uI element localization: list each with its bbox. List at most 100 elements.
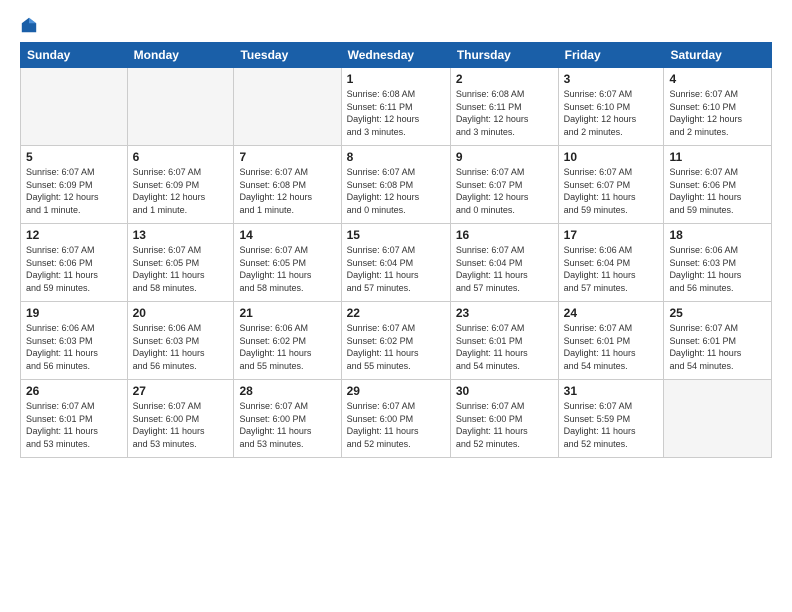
- day-number: 27: [133, 384, 229, 398]
- day-info: Sunrise: 6:06 AM Sunset: 6:03 PM Dayligh…: [669, 244, 766, 294]
- day-number: 5: [26, 150, 122, 164]
- day-info: Sunrise: 6:07 AM Sunset: 6:01 PM Dayligh…: [669, 322, 766, 372]
- day-number: 28: [239, 384, 335, 398]
- logo-icon: [20, 16, 38, 34]
- day-number: 31: [564, 384, 659, 398]
- day-number: 3: [564, 72, 659, 86]
- day-number: 15: [347, 228, 445, 242]
- day-info: Sunrise: 6:07 AM Sunset: 6:10 PM Dayligh…: [564, 88, 659, 138]
- calendar-cell: 28 Sunrise: 6:07 AM Sunset: 6:00 PM Dayli…: [234, 380, 341, 458]
- calendar-week-row: 26 Sunrise: 6:07 AM Sunset: 6:01 PM Dayli…: [21, 380, 772, 458]
- day-info: Sunrise: 6:06 AM Sunset: 6:04 PM Dayligh…: [564, 244, 659, 294]
- day-number: 19: [26, 306, 122, 320]
- calendar-cell: 25 Sunrise: 6:07 AM Sunset: 6:01 PM Dayli…: [664, 302, 772, 380]
- calendar-cell: 30 Sunrise: 6:07 AM Sunset: 6:00 PM Dayli…: [450, 380, 558, 458]
- day-number: 8: [347, 150, 445, 164]
- calendar-cell: 1Sunrise: 6:08 AM Sunset: 6:11 PM Daylig…: [341, 68, 450, 146]
- page: SundayMondayTuesdayWednesdayThursdayFrid…: [0, 0, 792, 612]
- day-info: Sunrise: 6:07 AM Sunset: 6:05 PM Dayligh…: [239, 244, 335, 294]
- day-info: Sunrise: 6:07 AM Sunset: 6:00 PM Dayligh…: [133, 400, 229, 450]
- calendar-cell: 16 Sunrise: 6:07 AM Sunset: 6:04 PM Dayli…: [450, 224, 558, 302]
- day-info: Sunrise: 6:07 AM Sunset: 6:04 PM Dayligh…: [347, 244, 445, 294]
- day-number: 4: [669, 72, 766, 86]
- calendar-cell: 31 Sunrise: 6:07 AM Sunset: 5:59 PM Dayli…: [558, 380, 664, 458]
- calendar-cell: [21, 68, 128, 146]
- calendar-cell: 7 Sunrise: 6:07 AM Sunset: 6:08 PM Daylig…: [234, 146, 341, 224]
- calendar-cell: 3 Sunrise: 6:07 AM Sunset: 6:10 PM Daylig…: [558, 68, 664, 146]
- day-number: 21: [239, 306, 335, 320]
- day-info: Sunrise: 6:07 AM Sunset: 6:06 PM Dayligh…: [669, 166, 766, 216]
- day-number: 24: [564, 306, 659, 320]
- day-info: Sunrise: 6:06 AM Sunset: 6:03 PM Dayligh…: [133, 322, 229, 372]
- day-number: 18: [669, 228, 766, 242]
- day-info: Sunrise: 6:07 AM Sunset: 6:00 PM Dayligh…: [239, 400, 335, 450]
- day-number: 26: [26, 384, 122, 398]
- calendar-cell: 29Sunrise: 6:07 AM Sunset: 6:00 PM Dayli…: [341, 380, 450, 458]
- calendar-week-row: 1Sunrise: 6:08 AM Sunset: 6:11 PM Daylig…: [21, 68, 772, 146]
- calendar-cell: 27 Sunrise: 6:07 AM Sunset: 6:00 PM Dayli…: [127, 380, 234, 458]
- day-info: Sunrise: 6:07 AM Sunset: 5:59 PM Dayligh…: [564, 400, 659, 450]
- day-info: Sunrise: 6:07 AM Sunset: 6:09 PM Dayligh…: [26, 166, 122, 216]
- calendar-week-row: 19 Sunrise: 6:06 AM Sunset: 6:03 PM Dayli…: [21, 302, 772, 380]
- day-number: 17: [564, 228, 659, 242]
- day-info: Sunrise: 6:07 AM Sunset: 6:01 PM Dayligh…: [564, 322, 659, 372]
- day-number: 25: [669, 306, 766, 320]
- day-info: Sunrise: 6:07 AM Sunset: 6:00 PM Dayligh…: [347, 400, 445, 450]
- weekday-header: Sunday: [21, 43, 128, 68]
- calendar-cell: 18 Sunrise: 6:06 AM Sunset: 6:03 PM Dayli…: [664, 224, 772, 302]
- day-info: Sunrise: 6:07 AM Sunset: 6:04 PM Dayligh…: [456, 244, 553, 294]
- calendar-cell: 15 Sunrise: 6:07 AM Sunset: 6:04 PM Dayli…: [341, 224, 450, 302]
- calendar-cell: 24 Sunrise: 6:07 AM Sunset: 6:01 PM Dayli…: [558, 302, 664, 380]
- weekday-header: Friday: [558, 43, 664, 68]
- day-info: Sunrise: 6:07 AM Sunset: 6:09 PM Dayligh…: [133, 166, 229, 216]
- day-info: Sunrise: 6:07 AM Sunset: 6:10 PM Dayligh…: [669, 88, 766, 138]
- day-info: Sunrise: 6:07 AM Sunset: 6:01 PM Dayligh…: [26, 400, 122, 450]
- day-number: 30: [456, 384, 553, 398]
- calendar-cell: 8 Sunrise: 6:07 AM Sunset: 6:08 PM Daylig…: [341, 146, 450, 224]
- day-number: 20: [133, 306, 229, 320]
- calendar-cell: 11Sunrise: 6:07 AM Sunset: 6:06 PM Dayli…: [664, 146, 772, 224]
- day-info: Sunrise: 6:07 AM Sunset: 6:07 PM Dayligh…: [564, 166, 659, 216]
- day-number: 6: [133, 150, 229, 164]
- day-info: Sunrise: 6:07 AM Sunset: 6:01 PM Dayligh…: [456, 322, 553, 372]
- day-info: Sunrise: 6:07 AM Sunset: 6:00 PM Dayligh…: [456, 400, 553, 450]
- day-info: Sunrise: 6:07 AM Sunset: 6:08 PM Dayligh…: [239, 166, 335, 216]
- day-info: Sunrise: 6:07 AM Sunset: 6:05 PM Dayligh…: [133, 244, 229, 294]
- calendar-week-row: 5 Sunrise: 6:07 AM Sunset: 6:09 PM Daylig…: [21, 146, 772, 224]
- calendar-cell: 9Sunrise: 6:07 AM Sunset: 6:07 PM Daylig…: [450, 146, 558, 224]
- day-number: 14: [239, 228, 335, 242]
- calendar-cell: 14 Sunrise: 6:07 AM Sunset: 6:05 PM Dayli…: [234, 224, 341, 302]
- calendar-cell: [664, 380, 772, 458]
- weekday-header: Thursday: [450, 43, 558, 68]
- calendar-cell: [127, 68, 234, 146]
- day-number: 22: [347, 306, 445, 320]
- day-number: 10: [564, 150, 659, 164]
- weekday-header: Wednesday: [341, 43, 450, 68]
- day-number: 13: [133, 228, 229, 242]
- weekday-header-row: SundayMondayTuesdayWednesdayThursdayFrid…: [21, 43, 772, 68]
- calendar-cell: 26 Sunrise: 6:07 AM Sunset: 6:01 PM Dayli…: [21, 380, 128, 458]
- calendar-cell: [234, 68, 341, 146]
- calendar-week-row: 12Sunrise: 6:07 AM Sunset: 6:06 PM Dayli…: [21, 224, 772, 302]
- calendar-cell: 20 Sunrise: 6:06 AM Sunset: 6:03 PM Dayli…: [127, 302, 234, 380]
- logo: [20, 16, 42, 34]
- day-info: Sunrise: 6:07 AM Sunset: 6:08 PM Dayligh…: [347, 166, 445, 216]
- day-number: 23: [456, 306, 553, 320]
- calendar-cell: 13 Sunrise: 6:07 AM Sunset: 6:05 PM Dayli…: [127, 224, 234, 302]
- day-info: Sunrise: 6:06 AM Sunset: 6:03 PM Dayligh…: [26, 322, 122, 372]
- weekday-header: Tuesday: [234, 43, 341, 68]
- day-number: 16: [456, 228, 553, 242]
- calendar-cell: 12Sunrise: 6:07 AM Sunset: 6:06 PM Dayli…: [21, 224, 128, 302]
- calendar-cell: 6 Sunrise: 6:07 AM Sunset: 6:09 PM Daylig…: [127, 146, 234, 224]
- day-number: 7: [239, 150, 335, 164]
- calendar-cell: 4 Sunrise: 6:07 AM Sunset: 6:10 PM Daylig…: [664, 68, 772, 146]
- weekday-header: Monday: [127, 43, 234, 68]
- calendar-cell: 5 Sunrise: 6:07 AM Sunset: 6:09 PM Daylig…: [21, 146, 128, 224]
- day-info: Sunrise: 6:07 AM Sunset: 6:02 PM Dayligh…: [347, 322, 445, 372]
- day-number: 2: [456, 72, 553, 86]
- day-number: 1: [347, 72, 445, 86]
- calendar-cell: 22 Sunrise: 6:07 AM Sunset: 6:02 PM Dayli…: [341, 302, 450, 380]
- header: [20, 16, 772, 34]
- calendar-cell: 23 Sunrise: 6:07 AM Sunset: 6:01 PM Dayli…: [450, 302, 558, 380]
- calendar-cell: 2Sunrise: 6:08 AM Sunset: 6:11 PM Daylig…: [450, 68, 558, 146]
